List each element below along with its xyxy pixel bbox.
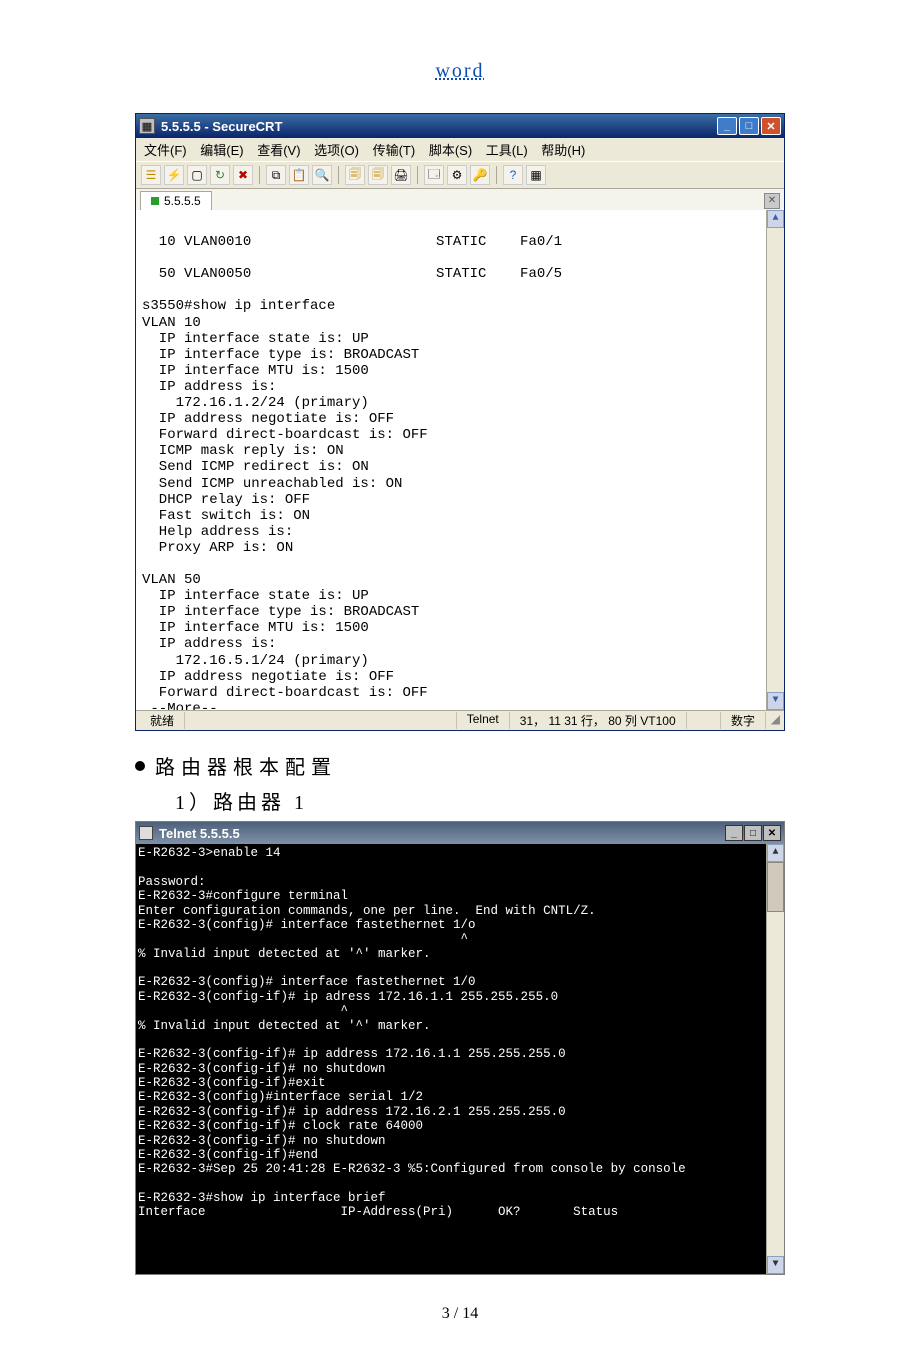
scroll-track[interactable]: [767, 912, 784, 1256]
toolbar-disconnect-icon[interactable]: ✖: [233, 165, 253, 185]
page-header: word: [0, 60, 920, 83]
page-footer: 3 / 14: [0, 1305, 920, 1323]
status-position: 31， 11 31 行， 80 列 VT100: [510, 712, 687, 729]
toolbar-printscreen-icon[interactable]: 🗐: [368, 165, 388, 185]
session-tab[interactable]: 5.5.5.5: [140, 191, 212, 210]
close-button[interactable]: ✕: [761, 117, 781, 135]
status-blank: [687, 712, 721, 729]
toolbar-separator: [417, 166, 418, 184]
scroll-down-icon[interactable]: ▼: [767, 692, 784, 710]
window-title: Telnet 5.5.5.5: [159, 826, 240, 841]
toolbar-help-icon[interactable]: ?: [503, 165, 523, 185]
bullet-text: 路由器根本配置: [155, 751, 337, 780]
status-dot-icon: [151, 197, 159, 205]
toolbar-reconnect-icon[interactable]: ↻: [210, 165, 230, 185]
scroll-thumb[interactable]: [767, 862, 784, 912]
menu-file[interactable]: 文件(F): [144, 143, 187, 158]
toolbar-quickconnect-icon[interactable]: ⚡: [164, 165, 184, 185]
header-link[interactable]: word: [435, 60, 484, 82]
toolbar-settings-icon[interactable]: ⚙: [447, 165, 467, 185]
menu-script[interactable]: 脚本(S): [429, 143, 472, 158]
app-icon: ▦: [139, 118, 155, 134]
toolbar-newtab-icon[interactable]: ▢: [187, 165, 207, 185]
tabstrip: 5.5.5.5 ✕: [136, 189, 784, 210]
titlebar: Telnet 5.5.5.5 _ □ ✕: [136, 822, 784, 844]
menu-help[interactable]: 帮助(H): [541, 143, 585, 158]
bullet-heading: 路由器根本配置: [135, 751, 920, 780]
securecrt-window: ▦ 5.5.5.5 - SecureCRT _ □ ✕ 文件(F) 编辑(E) …: [135, 113, 785, 731]
menu-options[interactable]: 选项(O): [314, 143, 359, 158]
maximize-button[interactable]: □: [739, 117, 759, 135]
menubar: 文件(F) 编辑(E) 查看(V) 选项(O) 传输(T) 脚本(S) 工具(L…: [136, 138, 784, 161]
toolbar-print-icon[interactable]: 🗐: [345, 165, 365, 185]
toolbar-separator: [338, 166, 339, 184]
status-numlock: 数字: [721, 712, 766, 729]
scroll-down-icon[interactable]: ▼: [767, 1256, 784, 1274]
telnet-window: Telnet 5.5.5.5 _ □ ✕ E-R2632-3>enable 14…: [135, 821, 785, 1275]
sub-heading: 1）路由器 1: [175, 786, 920, 815]
toolbar-key-icon[interactable]: 🔑: [470, 165, 490, 185]
menu-edit[interactable]: 编辑(E): [200, 143, 243, 158]
window-title: 5.5.5.5 - SecureCRT: [161, 119, 282, 134]
scrollbar[interactable]: ▲▼: [766, 844, 784, 1274]
toolbar-about-icon[interactable]: ▦: [526, 165, 546, 185]
bullet-icon: [135, 761, 145, 771]
scroll-up-icon[interactable]: ▲: [767, 210, 784, 228]
menu-transfer[interactable]: 传输(T): [373, 143, 416, 158]
statusbar: 就绪 Telnet 31， 11 31 行， 80 列 VT100 数字 ◢: [136, 710, 784, 730]
terminal-text: 10 VLAN0010 STATIC Fa0/1 50 VLAN0050 STA…: [142, 234, 562, 710]
maximize-button[interactable]: □: [744, 825, 762, 841]
toolbar-separator: [496, 166, 497, 184]
toolbar-connect-icon[interactable]: ☰: [141, 165, 161, 185]
toolbar-copy-icon[interactable]: ⧉: [266, 165, 286, 185]
resize-grip-icon[interactable]: ◢: [766, 712, 780, 729]
titlebar: ▦ 5.5.5.5 - SecureCRT _ □ ✕: [136, 114, 784, 138]
toolbar-paste-icon[interactable]: 📋: [289, 165, 309, 185]
toolbar-separator: [259, 166, 260, 184]
terminal-output[interactable]: 10 VLAN0010 STATIC Fa0/1 50 VLAN0050 STA…: [136, 210, 784, 710]
scrollbar[interactable]: ▲▼: [766, 210, 784, 710]
minimize-button[interactable]: _: [725, 825, 743, 841]
app-icon: [139, 826, 153, 840]
toolbar-printer-icon[interactable]: 🖨: [391, 165, 411, 185]
toolbar-find-icon[interactable]: 🔍: [312, 165, 332, 185]
status-protocol: Telnet: [457, 712, 510, 729]
menu-tools[interactable]: 工具(L): [486, 143, 528, 158]
terminal-output[interactable]: E-R2632-3>enable 14 Password: E-R2632-3#…: [136, 844, 784, 1274]
minimize-button[interactable]: _: [717, 117, 737, 135]
toolbar: ☰ ⚡ ▢ ↻ ✖ ⧉ 📋 🔍 🗐 🗐 🖨 🗔 ⚙ 🔑 ? ▦: [136, 161, 784, 189]
scroll-up-icon[interactable]: ▲: [767, 844, 784, 862]
toolbar-properties-icon[interactable]: 🗔: [424, 165, 444, 185]
close-button[interactable]: ✕: [763, 825, 781, 841]
menu-view[interactable]: 查看(V): [257, 143, 300, 158]
status-ready: 就绪: [140, 712, 185, 729]
terminal-text: E-R2632-3>enable 14 Password: E-R2632-3#…: [138, 846, 686, 1219]
tab-close-icon[interactable]: ✕: [764, 193, 780, 209]
tab-label: 5.5.5.5: [164, 194, 201, 208]
